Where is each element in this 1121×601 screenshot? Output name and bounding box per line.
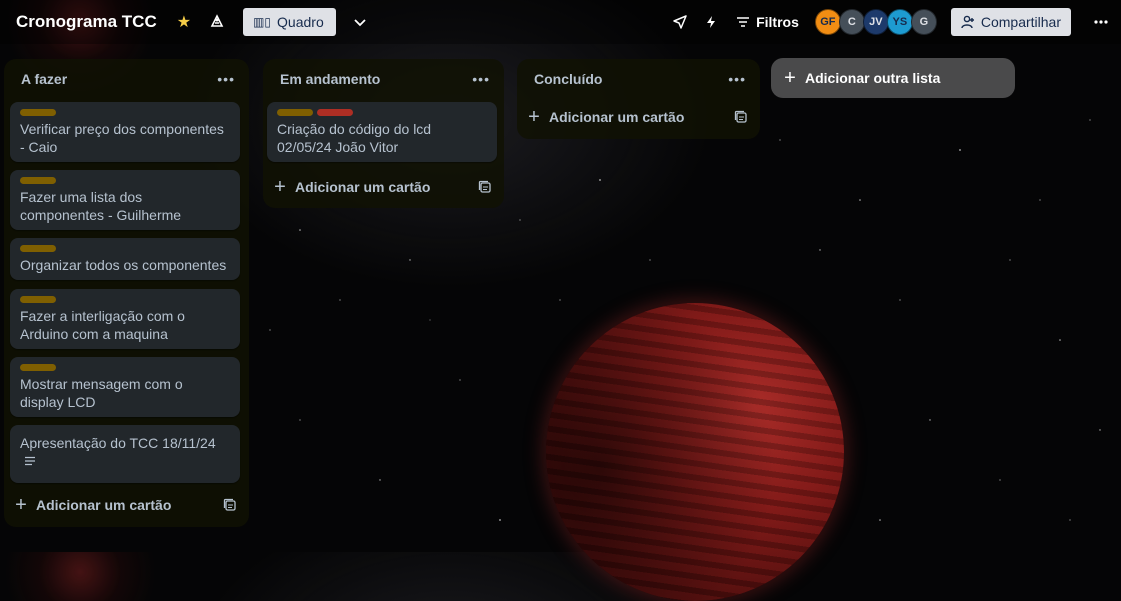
card-title: Criação do código do lcd 02/05/24 João V… [277, 121, 432, 155]
add-card-label: Adicionar um cartão [549, 109, 685, 125]
star-icon[interactable]: ★ [177, 12, 191, 32]
card[interactable]: Mostrar mensagem com o display LCD [10, 357, 240, 417]
list-actions-icon[interactable]: ••• [728, 71, 746, 87]
card-label-red[interactable] [317, 109, 353, 116]
card[interactable]: Verificar preço dos componentes - Caio [10, 102, 240, 162]
plus-icon: + [784, 67, 796, 89]
list-a-fazer: A fazer ••• Verificar preço dos componen… [4, 59, 249, 527]
add-person-icon [961, 15, 974, 29]
list-title[interactable]: A fazer [21, 71, 67, 87]
card-label-yellow[interactable] [20, 296, 56, 303]
card[interactable]: Apresentação do TCC 18/11/24 [10, 425, 240, 483]
add-card-button[interactable]: + Adicionar um cartão [273, 176, 492, 198]
board-title[interactable]: Cronograma TCC [16, 12, 157, 32]
list-em-andamento: Em andamento ••• Criação do código do lc… [263, 59, 504, 208]
card[interactable]: Fazer uma lista dos componentes - Guilhe… [10, 170, 240, 230]
workspace-visibility-icon[interactable] [209, 14, 225, 30]
avatar-g[interactable]: G [910, 9, 937, 35]
list-title[interactable]: Concluído [534, 71, 602, 87]
add-card-label: Adicionar um cartão [36, 497, 172, 513]
share-button[interactable]: Compartilhar [950, 8, 1071, 36]
chevron-down-icon[interactable] [352, 14, 368, 30]
filter-label: Filtros [756, 14, 799, 30]
avatar-jv[interactable]: JV [862, 9, 889, 35]
card-title: Apresentação do TCC 18/11/24 [20, 435, 216, 451]
card-template-icon[interactable] [734, 110, 748, 124]
plus-icon: + [15, 494, 27, 516]
avatar-c[interactable]: C [838, 9, 865, 35]
share-label: Compartilhar [980, 14, 1061, 30]
add-card-button[interactable]: + Adicionar um cartão [527, 106, 748, 128]
card-title: Fazer uma lista dos componentes - Guilhe… [20, 189, 182, 223]
card-label-yellow[interactable] [20, 364, 56, 371]
card-title: Organizar todos os componentes [20, 257, 227, 273]
planet-shadow [546, 303, 844, 601]
card-template-icon[interactable] [223, 498, 237, 512]
card-label-yellow[interactable] [20, 245, 56, 252]
more-options-icon[interactable] [1093, 14, 1109, 30]
avatar-gf[interactable]: GF [814, 9, 841, 35]
board-members: GF C JV YS G [814, 9, 937, 35]
add-list-button[interactable]: + Adicionar outra lista [771, 58, 1015, 98]
card-title: Fazer a interligação com o Arduino com a… [20, 308, 185, 342]
list-actions-icon[interactable]: ••• [217, 71, 235, 87]
description-icon [25, 456, 35, 466]
filter-icon [737, 17, 750, 27]
card-label-yellow[interactable] [20, 109, 56, 116]
add-list-label: Adicionar outra lista [805, 70, 941, 86]
card-label-yellow[interactable] [20, 177, 56, 184]
plus-icon: + [274, 176, 286, 198]
list-title[interactable]: Em andamento [280, 71, 380, 87]
power-ups-icon[interactable] [672, 14, 688, 30]
card[interactable]: Fazer a interligação com o Arduino com a… [10, 289, 240, 349]
list-header: A fazer ••• [4, 59, 249, 99]
automation-icon[interactable] [704, 15, 718, 29]
board-view-label: Quadro [277, 14, 324, 30]
card-title: Verificar preço dos componentes - Caio [20, 121, 224, 155]
list-actions-icon[interactable]: ••• [472, 71, 490, 87]
add-card-label: Adicionar um cartão [295, 179, 431, 195]
list-header: Em andamento ••• [263, 59, 504, 99]
list-concluido: Concluído ••• + Adicionar um cartão [517, 59, 760, 139]
card-label-yellow[interactable] [277, 109, 313, 116]
board-header: Cronograma TCC ★ ▥▯ Quadro Filtros GF C … [0, 0, 1121, 44]
board-view-button[interactable]: ▥▯ Quadro [243, 8, 336, 36]
board-view-icon: ▥▯ [253, 15, 272, 29]
list-header: Concluído ••• [517, 59, 760, 99]
avatar-ys[interactable]: YS [886, 9, 913, 35]
add-card-button[interactable]: + Adicionar um cartão [14, 494, 237, 516]
card[interactable]: Organizar todos os componentes [10, 238, 240, 280]
card[interactable]: Criação do código do lcd 02/05/24 João V… [267, 102, 497, 162]
plus-icon: + [528, 106, 540, 128]
filter-button[interactable]: Filtros [736, 14, 799, 30]
card-title: Mostrar mensagem com o display LCD [20, 376, 183, 410]
card-template-icon[interactable] [478, 180, 492, 194]
